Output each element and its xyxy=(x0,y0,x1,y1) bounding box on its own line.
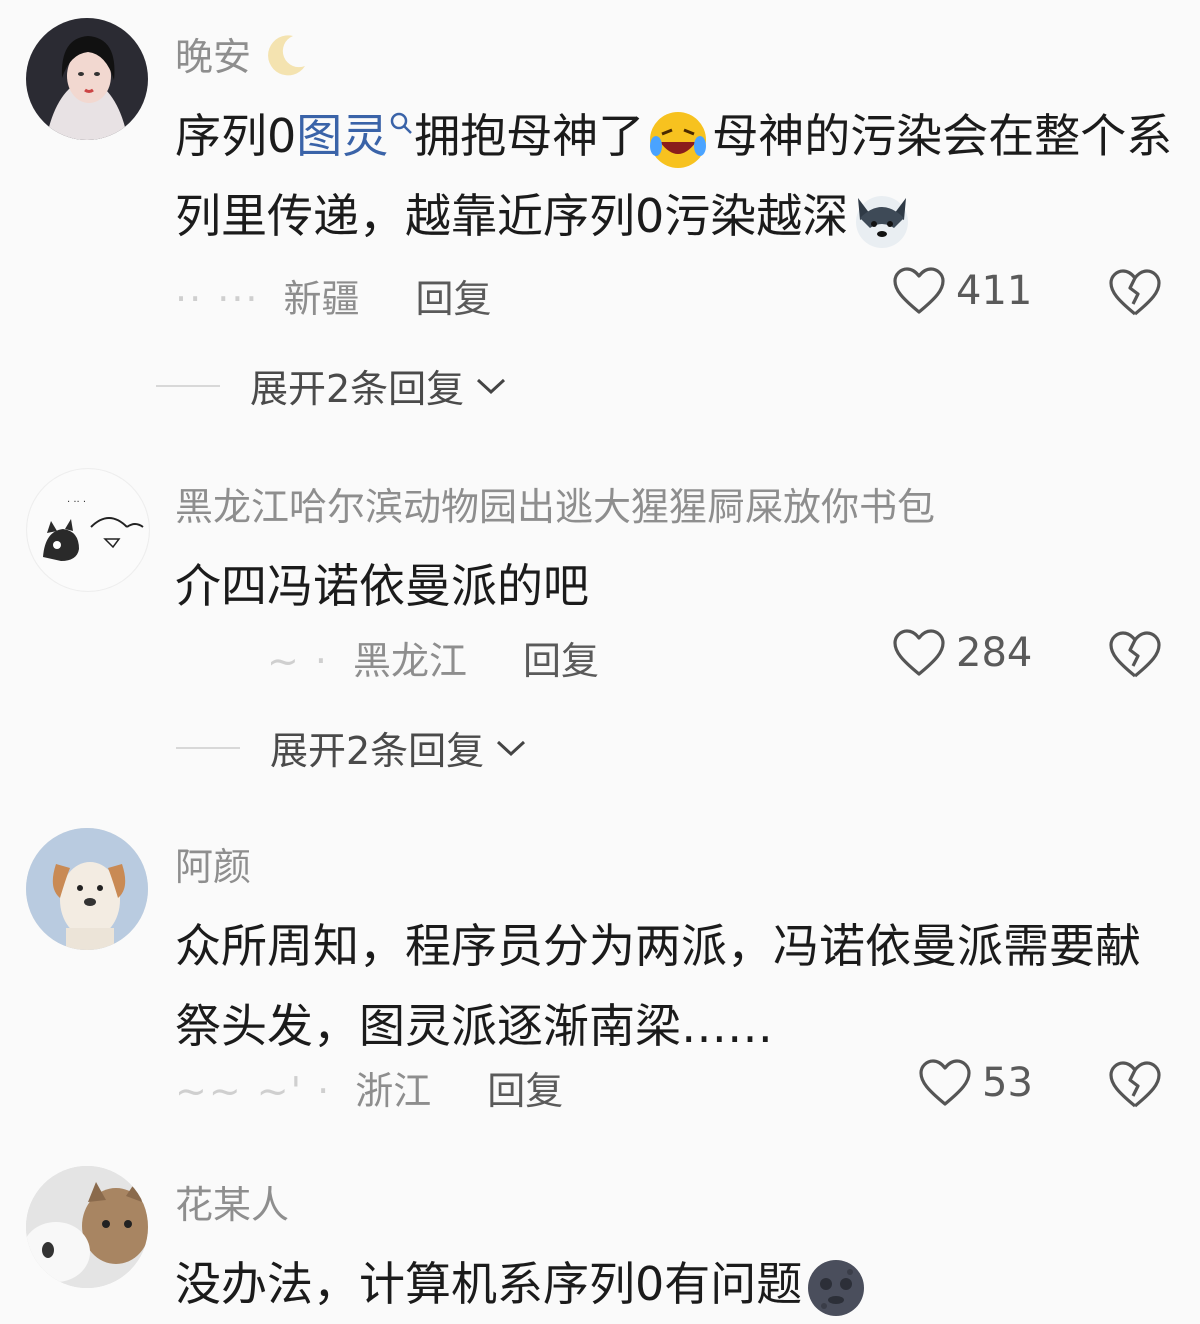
heart-outline-icon xyxy=(919,1059,971,1106)
heart-outline-icon xyxy=(893,629,945,676)
topic-link[interactable]: 图灵 xyxy=(296,109,388,163)
search-icon xyxy=(391,112,413,134)
like-button[interactable]: 411 xyxy=(892,266,1032,316)
reply-button[interactable]: 回复 xyxy=(523,639,599,683)
dislike-button[interactable] xyxy=(1108,630,1162,684)
dislike-button[interactable] xyxy=(1108,268,1162,322)
laughing-crying-emoji-icon xyxy=(650,111,707,168)
comment-location: 浙江 xyxy=(355,1069,432,1113)
husky-dog-emoji-icon xyxy=(856,195,909,248)
avatar[interactable]: · ·· · xyxy=(26,468,150,592)
like-button[interactable]: 53 xyxy=(918,1058,1033,1108)
heart-outline-icon xyxy=(893,267,945,314)
like-count: 411 xyxy=(956,268,1033,314)
avatar[interactable] xyxy=(26,828,148,950)
crescent-moon-icon xyxy=(268,35,306,76)
avatar[interactable] xyxy=(26,18,148,140)
avatar[interactable] xyxy=(26,1166,148,1288)
username[interactable]: 晚安 xyxy=(175,26,309,81)
comment-text: 众所周知，程序员分为两派，冯诺依曼派需要献祭头发，图灵派逐渐南梁…… xyxy=(175,919,1141,1053)
reply-button[interactable]: 回复 xyxy=(487,1069,563,1113)
comment-meta: ~ · 黑龙江 回复 xyxy=(175,630,599,690)
svg-text:· ·· ·: · ·· · xyxy=(67,497,86,508)
comment-text: 序列0图灵 拥抱母神了 母神的污染会在整个系列里传递，越靠近序列0污染越深 xyxy=(175,96,1175,256)
username[interactable]: 阿颜 xyxy=(175,836,251,891)
like-count: 53 xyxy=(982,1060,1033,1106)
reply-button[interactable]: 回复 xyxy=(416,277,492,321)
username[interactable]: 花某人 xyxy=(175,1174,289,1229)
chevron-down-icon xyxy=(477,378,506,394)
expand-replies-button[interactable]: 展开2条回复 xyxy=(176,720,528,775)
username[interactable]: 黑龙江哈尔滨动物园出逃大猩猩屙屎放你书包 xyxy=(175,476,935,531)
chevron-down-icon xyxy=(497,740,526,756)
comment-meta: ~~ ~' · 浙江 回复 xyxy=(175,1060,563,1120)
dislike-button[interactable] xyxy=(1108,1060,1162,1114)
divider xyxy=(156,384,220,387)
like-button[interactable]: 284 xyxy=(892,628,1032,678)
comment-location: 新疆 xyxy=(283,277,360,321)
like-count: 284 xyxy=(956,630,1033,676)
comment-meta: ·· ··· 新疆 回复 xyxy=(175,268,492,328)
comment-date: ·· ··· xyxy=(175,277,260,321)
comment-text: 没办法，计算机系序列0有问题 xyxy=(175,1244,1175,1324)
broken-heart-icon xyxy=(1109,631,1161,678)
comment-location: 黑龙江 xyxy=(353,639,468,683)
divider xyxy=(176,746,240,749)
broken-heart-icon xyxy=(1109,1061,1161,1108)
expand-replies-button[interactable]: 展开2条回复 xyxy=(156,358,508,413)
new-moon-face-emoji-icon xyxy=(808,1259,865,1316)
broken-heart-icon xyxy=(1109,269,1161,316)
comment-text: 介四冯诺依曼派的吧 xyxy=(175,559,589,613)
comment-date: ~~ ~' · xyxy=(175,1069,332,1113)
comment-date: ~ · xyxy=(267,639,329,683)
